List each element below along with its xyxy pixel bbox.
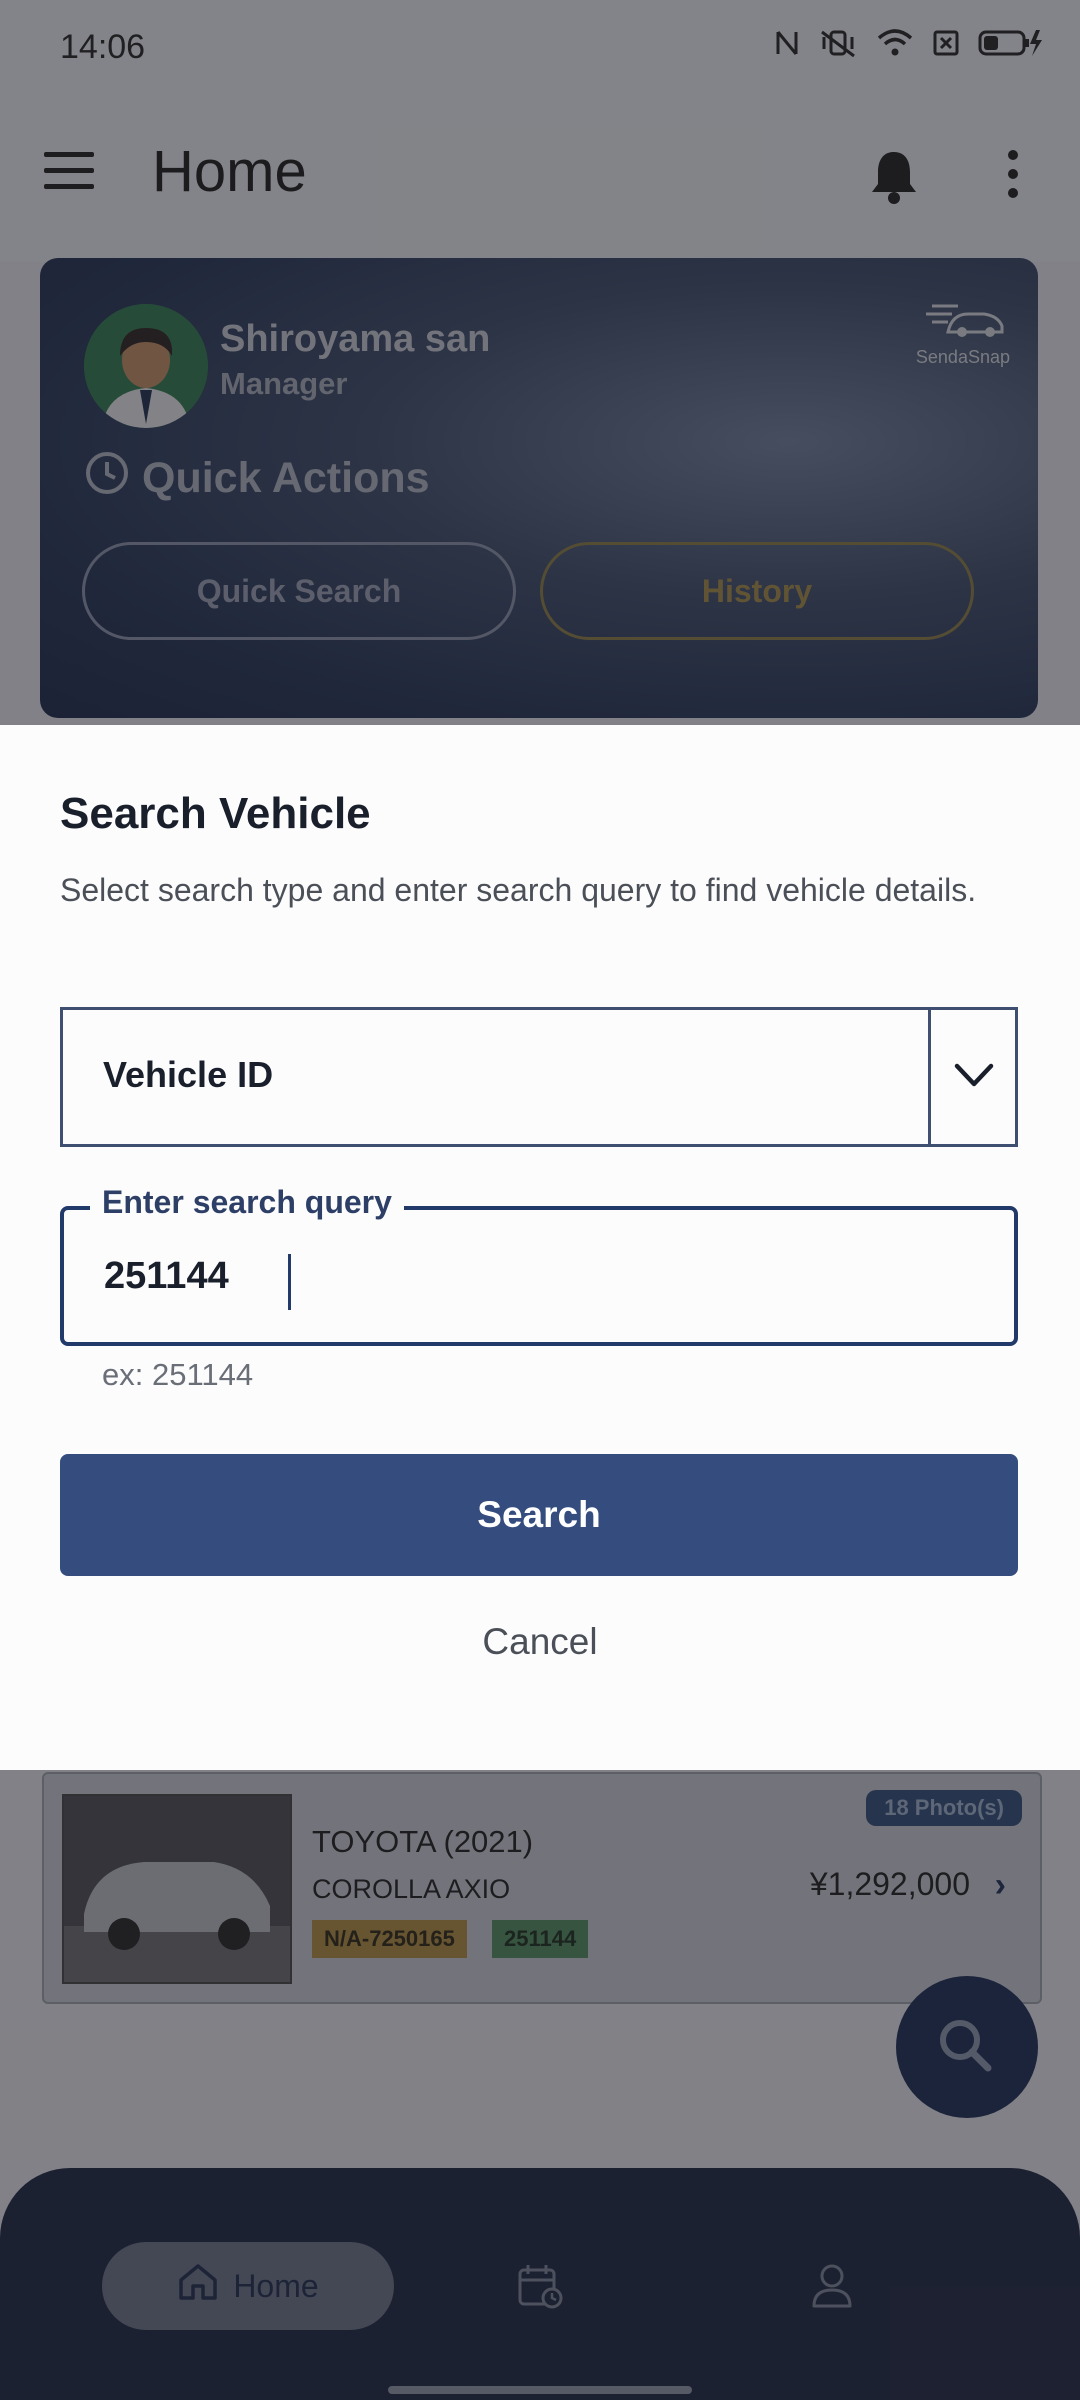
dialog-title: Search Vehicle <box>60 789 371 838</box>
search-type-select[interactable]: Vehicle ID <box>60 1007 1018 1147</box>
home-screen: 14:06 Home <box>0 0 1080 2400</box>
search-vehicle-sheet: Search Vehicle Select search type and en… <box>0 725 1080 1770</box>
chevron-down-icon[interactable] <box>949 1056 999 1101</box>
search-query-hint: ex: 251144 <box>102 1357 254 1392</box>
search-query-field[interactable]: Enter search query <box>60 1184 1018 1346</box>
search-type-value: Vehicle ID <box>103 1054 274 1095</box>
dialog-description: Select search type and enter search quer… <box>60 872 977 908</box>
search-button[interactable]: Search <box>60 1454 1018 1576</box>
search-query-label: Enter search query <box>90 1184 404 1221</box>
cancel-button[interactable]: Cancel <box>0 1621 1080 1663</box>
select-divider <box>928 1010 931 1144</box>
search-query-input[interactable] <box>104 1246 964 1306</box>
text-cursor <box>288 1254 291 1310</box>
